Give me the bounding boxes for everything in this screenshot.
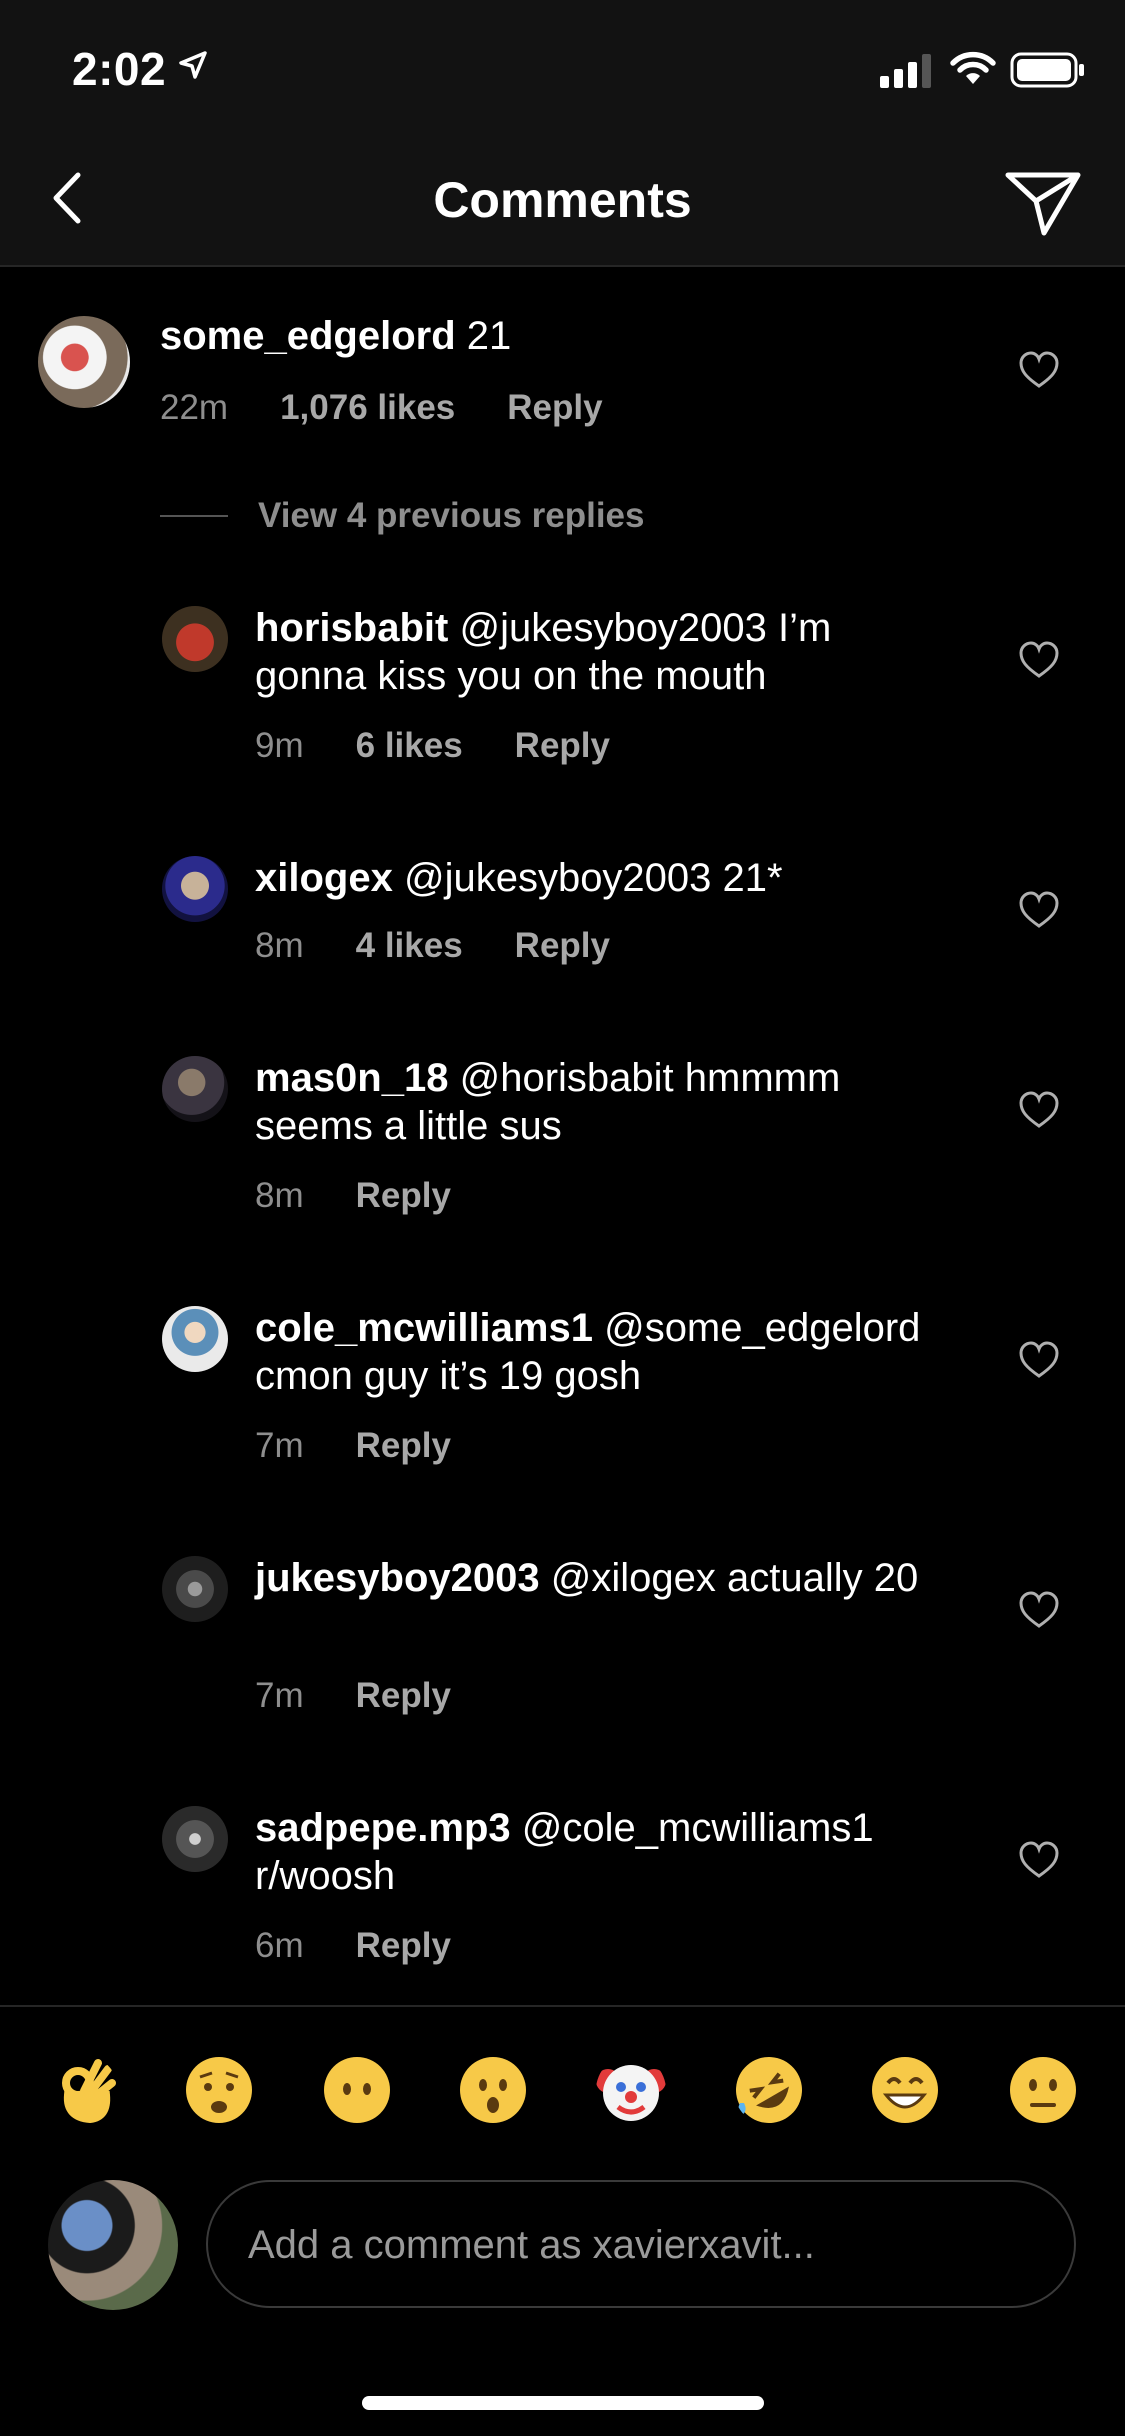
heart-icon[interactable] <box>1018 350 1060 392</box>
battery-icon <box>1010 52 1084 88</box>
comment-timestamp: 8m <box>255 1176 304 1215</box>
comment-text: mas0n_18 @horisbabit hmmmm seems a littl… <box>255 1054 935 1150</box>
reply-comment: jukesyboy2003 @xilogex actually 20 7m Re… <box>0 1542 1125 1742</box>
comment-username[interactable]: mas0n_18 <box>255 1056 448 1100</box>
reply-button[interactable]: Reply <box>356 1176 451 1216</box>
header-bar: Comments <box>0 135 1125 267</box>
heart-icon[interactable] <box>1018 640 1060 682</box>
reply-comment: mas0n_18 @horisbabit hmmmm seems a littl… <box>0 1042 1125 1242</box>
reply-comment: cole_mcwilliams1 @some_edgelord cmon guy… <box>0 1292 1125 1492</box>
rofl-emoji-icon[interactable] <box>734 2055 804 2125</box>
cellular-signal-icon <box>880 54 931 88</box>
comment-username[interactable]: jukesyboy2003 <box>255 1556 540 1600</box>
comment-text: horisbabit @jukesyboy2003 I’m gonna kiss… <box>255 604 935 700</box>
comment-timestamp: 7m <box>255 1426 304 1465</box>
heart-icon[interactable] <box>1018 1090 1060 1132</box>
comment-body: @jukesyboy2003 21* <box>392 856 783 900</box>
comment-username[interactable]: some_edgelord <box>160 314 456 358</box>
comment-meta: 22m 1,076 likes Reply <box>160 388 603 428</box>
view-previous-label: View 4 previous replies <box>258 496 645 535</box>
ok-hand-emoji-icon[interactable] <box>48 2055 118 2125</box>
comment-text: jukesyboy2003 @xilogex actually 20 <box>255 1554 935 1602</box>
comment-meta: 7m Reply <box>255 1676 451 1716</box>
comment-input[interactable] <box>246 2182 1040 2308</box>
wifi-icon <box>950 51 996 84</box>
avatar[interactable] <box>162 856 228 922</box>
likes-count[interactable]: 1,076 likes <box>280 388 455 428</box>
comment-composer <box>206 2180 1076 2308</box>
heart-icon[interactable] <box>1018 1340 1060 1382</box>
current-user-avatar <box>48 2180 178 2310</box>
status-bar: 2:02 <box>0 0 1125 135</box>
avatar[interactable] <box>162 1306 228 1372</box>
anxious-face-emoji-icon[interactable] <box>184 2055 254 2125</box>
reply-button[interactable]: Reply <box>356 1676 451 1716</box>
avatar[interactable] <box>162 606 228 672</box>
comment-body: 21 <box>455 314 512 358</box>
comment-username[interactable]: xilogex <box>255 856 393 900</box>
comment-meta: 8m 4 likes Reply <box>255 926 610 966</box>
comment-timestamp: 9m <box>255 726 304 765</box>
likes-count[interactable]: 4 likes <box>356 926 463 966</box>
avatar[interactable] <box>38 316 130 408</box>
emoji-quick-bar <box>0 2005 1125 2177</box>
reply-comment: sadpepe.mp3 @cole_mcwilliams1 r/woosh 6m… <box>0 1792 1125 1992</box>
status-time: 2:02 <box>72 43 167 95</box>
comment-timestamp: 22m <box>160 388 229 427</box>
grin-emoji-icon[interactable] <box>870 2055 940 2125</box>
main-comment: some_edgelord 21 22m 1,076 likes Reply <box>0 300 1125 450</box>
heart-icon[interactable] <box>1018 1590 1060 1632</box>
reply-button[interactable]: Reply <box>515 926 610 966</box>
divider <box>160 515 228 517</box>
reply-comment: horisbabit @jukesyboy2003 I’m gonna kiss… <box>0 592 1125 792</box>
paper-plane-icon <box>1005 172 1081 236</box>
page-title: Comments <box>433 172 692 228</box>
comment-username[interactable]: sadpepe.mp3 <box>255 1806 511 1850</box>
likes-count[interactable]: 6 likes <box>356 726 463 766</box>
comment-text: some_edgelord 21 <box>160 312 980 360</box>
reply-button[interactable]: Reply <box>507 388 602 428</box>
neutral-face-emoji-icon[interactable] <box>1008 2055 1078 2125</box>
comment-timestamp: 8m <box>255 926 304 965</box>
comment-username[interactable]: horisbabit <box>255 606 448 650</box>
comment-text: sadpepe.mp3 @cole_mcwilliams1 r/woosh <box>255 1804 955 1900</box>
heart-icon[interactable] <box>1018 1840 1060 1882</box>
comment-text: cole_mcwilliams1 @some_edgelord cmon guy… <box>255 1304 955 1400</box>
avatar[interactable] <box>162 1806 228 1872</box>
reply-button[interactable]: Reply <box>515 726 610 766</box>
comment-body: @xilogex actually 20 <box>539 1556 919 1600</box>
comment-timestamp: 7m <box>255 1676 304 1715</box>
hushed-face-emoji-icon[interactable] <box>458 2055 528 2125</box>
clown-face-emoji-icon[interactable] <box>596 2055 666 2125</box>
comment-username[interactable]: cole_mcwilliams1 <box>255 1306 593 1350</box>
share-button[interactable] <box>1000 157 1086 243</box>
comment-meta: 9m 6 likes Reply <box>255 726 610 766</box>
heart-icon[interactable] <box>1018 890 1060 932</box>
view-previous-replies[interactable]: View 4 previous replies <box>160 496 645 536</box>
comment-timestamp: 6m <box>255 1926 304 1965</box>
reply-button[interactable]: Reply <box>356 1426 451 1466</box>
location-arrow-icon <box>179 51 207 79</box>
home-indicator <box>362 2396 764 2410</box>
comment-meta: 7m Reply <box>255 1426 451 1466</box>
comment-meta: 8m Reply <box>255 1176 451 1216</box>
reply-button[interactable]: Reply <box>356 1926 451 1966</box>
comment-text: xilogex @jukesyboy2003 21* <box>255 854 935 902</box>
no-mouth-face-emoji-icon[interactable] <box>322 2055 392 2125</box>
avatar[interactable] <box>162 1556 228 1622</box>
avatar[interactable] <box>162 1056 228 1122</box>
comment-meta: 6m Reply <box>255 1926 451 1966</box>
reply-comment: xilogex @jukesyboy2003 21* 8m 4 likes Re… <box>0 842 1125 1002</box>
